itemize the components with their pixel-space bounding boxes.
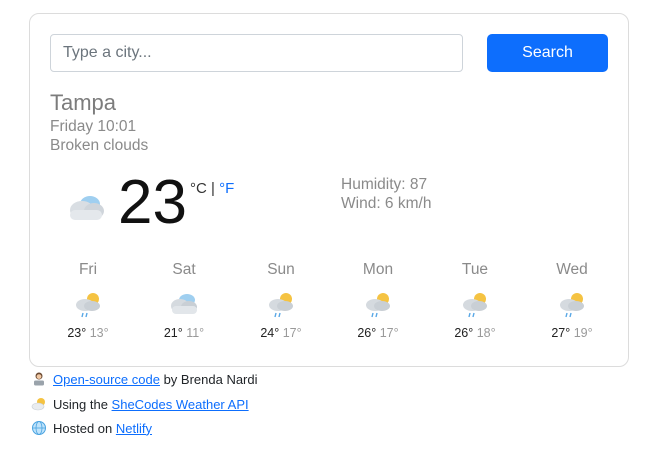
woman-technologist-icon <box>34 372 44 386</box>
using-text: Using the <box>53 396 112 412</box>
forecast-min: 11° <box>186 326 205 340</box>
hosted-text: Hosted on <box>53 420 116 436</box>
unit-toggle: °C | °F <box>190 180 234 197</box>
rain-sun-icon <box>76 293 100 318</box>
shecodes-api-link[interactable]: SheCodes Weather API <box>112 397 249 412</box>
globe-icon <box>32 421 46 435</box>
forecast-day: Mon 26° 17° <box>328 260 428 340</box>
forecast-day: Tue 26° 18° <box>425 260 525 340</box>
city-name: Tampa <box>50 90 117 115</box>
forecast-day-name: Sat <box>172 261 196 278</box>
author-text: by Brenda Nardi <box>159 371 258 387</box>
weather-description: Broken clouds <box>50 137 149 154</box>
forecast-day: Sun 24° 17° <box>231 260 331 340</box>
forecast-day-name: Fri <box>78 261 98 278</box>
city-search-input[interactable] <box>50 34 463 72</box>
rain-sun-icon <box>366 293 390 318</box>
weather-card: Search Tampa Friday 10:01 Broken clouds … <box>29 13 629 367</box>
forecast-day-name: Wed <box>556 261 588 278</box>
forecast-day-name: Sun <box>267 261 295 278</box>
search-button[interactable]: Search <box>487 34 608 72</box>
forecast-max: 26° <box>357 326 377 340</box>
fahrenheit-link[interactable]: °F <box>219 180 234 197</box>
forecast-max: 21° <box>163 326 183 340</box>
forecast-day: Sat 21° 11° <box>134 260 234 340</box>
forecast-day: Fri 23° 13° <box>38 260 138 340</box>
rain-sun-icon <box>463 293 487 318</box>
current-temperature: 23 <box>118 168 187 237</box>
current-datetime: Friday 10:01 <box>50 118 137 135</box>
forecast-min: 13° <box>89 326 109 340</box>
rain-sun-icon <box>560 293 584 318</box>
open-source-code-link[interactable]: Open-source code <box>53 372 160 387</box>
forecast-min: 19° <box>573 326 593 340</box>
netlify-link[interactable]: Netlify <box>116 421 152 436</box>
cloud-icon <box>171 294 197 314</box>
forecast-day-name: Tue <box>461 261 489 278</box>
forecast-max: 24° <box>260 326 280 340</box>
forecast-min: 18° <box>476 326 496 340</box>
forecast-day: Wed 27° 19° <box>522 260 622 340</box>
wind: Wind: 6 km/h <box>341 195 432 212</box>
footer-credit: Open-source code by Brenda Nardi <box>31 371 258 387</box>
forecast-max: 27° <box>551 326 571 340</box>
unit-separator: | <box>206 180 220 197</box>
forecast-min: 17° <box>282 326 302 340</box>
sun-behind-cloud-icon <box>31 398 45 411</box>
footer-api: Using the SheCodes Weather API <box>31 396 249 412</box>
forecast-day-name: Mon <box>362 261 394 278</box>
forecast-max: 23° <box>67 326 87 340</box>
forecast: Fri 23° 13° Sat 21° 11° Sun 24° 17° Mon … <box>30 260 630 350</box>
broken-clouds-icon <box>70 196 104 220</box>
rain-sun-icon <box>269 293 293 318</box>
forecast-min: 17° <box>379 326 399 340</box>
forecast-max: 26° <box>454 326 474 340</box>
footer-hosting: Hosted on Netlify <box>31 420 152 436</box>
celsius-unit[interactable]: °C <box>190 180 207 197</box>
humidity: Humidity: 87 <box>341 176 428 193</box>
